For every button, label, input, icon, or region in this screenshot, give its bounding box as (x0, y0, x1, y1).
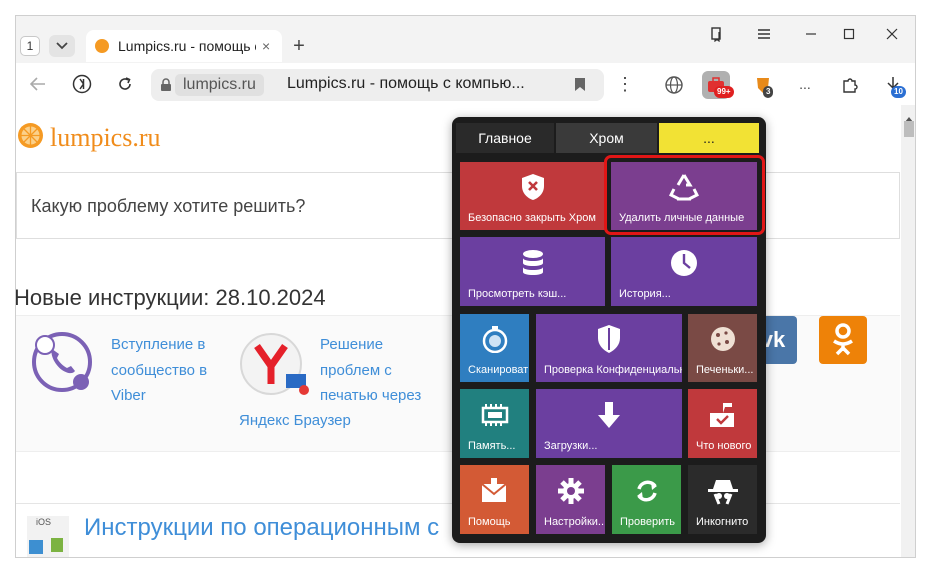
tab-lumpics[interactable]: Lumpics.ru - помощь с × (86, 30, 282, 62)
tile-label: Память... (468, 440, 516, 452)
tile-close-chrome[interactable]: Безопасно закрыть Хром (460, 162, 605, 230)
new-tab-button[interactable]: + (288, 35, 310, 57)
os-instructions-title[interactable]: Инструкции по операционным с (84, 514, 439, 542)
highlight-frame (604, 155, 765, 235)
incognito-spy-icon (688, 465, 757, 516)
orange-slice-icon (17, 122, 44, 154)
article-print-line3: печатью через (320, 387, 422, 404)
tile-label: Проверить (620, 516, 676, 528)
extension-shield-button[interactable]: 3 (749, 71, 777, 99)
tile-label: Загрузки... (544, 440, 598, 452)
article-print-line4[interactable]: Яндекс Браузер (239, 408, 351, 434)
article-print-line2: проблем с (320, 361, 392, 379)
clock-icon (611, 237, 757, 288)
tile-check[interactable]: Проверить (612, 465, 681, 534)
downloads-badge: 10 (891, 86, 906, 98)
memory-chip-icon (460, 389, 529, 440)
tile-privacy-check[interactable]: Проверка Конфиденциальности (536, 314, 682, 382)
tile-label: Просмотреть кэш... (468, 288, 567, 300)
tile-settings[interactable]: Настройки... (536, 465, 605, 534)
stopwatch-icon (460, 314, 529, 364)
refresh-arrows-icon (612, 465, 681, 516)
tile-whats-new[interactable]: Что нового (688, 389, 757, 458)
maximize-button[interactable] (834, 22, 864, 46)
cookie-icon (688, 314, 757, 364)
minimize-button[interactable] (796, 22, 826, 46)
tile-scan[interactable]: Сканировать (460, 314, 529, 382)
os-icons-tile: iOS (27, 516, 69, 557)
extensions-puzzle-icon[interactable] (836, 71, 864, 99)
extensions-more-button[interactable]: ... (791, 70, 819, 98)
mail-alert-icon (460, 465, 529, 516)
article-print-line1: Решение (320, 336, 384, 353)
tile-incognito[interactable]: Инкогнито (688, 465, 757, 534)
odnoklassniki-button[interactable] (819, 316, 867, 364)
scroll-down-arrow-icon[interactable] (905, 549, 913, 557)
address-bar[interactable]: lumpics.ru Lumpics.ru - помощь с компью.… (151, 69, 604, 101)
menu-icon[interactable] (749, 22, 779, 46)
notification-badge: 99+ (714, 86, 734, 98)
site-logo[interactable]: lumpics.ru (50, 123, 161, 153)
shield-icon (536, 314, 682, 364)
downloads-icon[interactable]: 10 (879, 71, 907, 99)
lock-icon[interactable] (160, 78, 172, 97)
chevron-down-icon (56, 37, 68, 55)
tab-close-button[interactable]: × (262, 38, 270, 54)
mailbox-check-icon (688, 389, 757, 440)
bookmark-icon[interactable] (574, 77, 586, 97)
site-domain-chip[interactable]: lumpics.ru (175, 74, 264, 96)
yandex-browser-icon (238, 332, 310, 401)
tile-label: Инкогнито (696, 516, 749, 528)
tab-title: Lumpics.ru - помощь с (118, 38, 256, 54)
toolbar: lumpics.ru Lumpics.ru - помощь с компью.… (16, 63, 915, 106)
database-icon (460, 237, 605, 288)
popup-tab-chrome[interactable]: Хром (556, 123, 657, 153)
page-menu-button[interactable]: ⋮ (611, 70, 639, 98)
article-viber-line3: Viber (111, 387, 146, 404)
tile-label: Печеньки... (696, 364, 754, 376)
ios-label: iOS (36, 517, 52, 527)
article-viber-line1: Вступление в (111, 336, 206, 353)
tab-list-button[interactable] (49, 35, 75, 57)
tile-cookies[interactable]: Печеньки... (688, 314, 757, 382)
counter-badge: 3 (763, 86, 774, 98)
reload-icon[interactable] (111, 70, 139, 98)
omnibox-page-title: Lumpics.ru - помощь с компью... (287, 75, 525, 92)
tile-label: Настройки... (544, 516, 605, 528)
close-window-button[interactable] (877, 22, 907, 46)
article-viber-link[interactable]: Вступление в сообщество в Viber (111, 332, 207, 409)
tile-label: Безопасно закрыть Хром (468, 212, 596, 224)
odnoklassniki-logo-icon (833, 323, 853, 356)
globe-icon[interactable] (660, 71, 688, 99)
yandex-logo-icon[interactable] (68, 70, 96, 98)
page-scrollbar[interactable] (901, 105, 915, 557)
shield-x-icon (460, 162, 605, 212)
section-title: Новые инструкции: 28.10.2024 (16, 285, 326, 310)
tile-history[interactable]: История... (611, 237, 757, 306)
extension-toolbox-button[interactable]: 99+ (702, 71, 734, 99)
article-viber-line2: сообщество в (111, 361, 208, 379)
tile-label: Сканировать (468, 364, 529, 376)
orange-favicon-icon (95, 39, 109, 53)
tile-memory[interactable]: Память... (460, 389, 529, 458)
tile-downloads[interactable]: Загрузки... (536, 389, 682, 458)
popup-tab-more[interactable]: ... (659, 123, 759, 153)
back-button[interactable] (24, 70, 52, 98)
tile-label: История... (619, 288, 671, 300)
tile-label: Что нового (696, 440, 752, 452)
tile-label: Помощь (468, 516, 511, 528)
download-arrow-icon (536, 389, 682, 440)
search-placeholder: Какую проблему хотите решить? (31, 196, 306, 216)
tile-help[interactable]: Помощь (460, 465, 529, 534)
gear-icon (536, 465, 605, 516)
tab-counter[interactable]: 1 (20, 36, 40, 56)
tile-label: Проверка Конфиденциальности (544, 364, 682, 376)
bookmarks-panel-icon[interactable] (702, 22, 732, 46)
popup-tab-main[interactable]: Главное (456, 123, 554, 153)
tile-view-cache[interactable]: Просмотреть кэш... (460, 237, 605, 306)
article-print-link[interactable]: Решение проблем с печатью через (320, 332, 421, 409)
scroll-thumb[interactable] (904, 121, 914, 137)
viber-icon (32, 332, 94, 399)
